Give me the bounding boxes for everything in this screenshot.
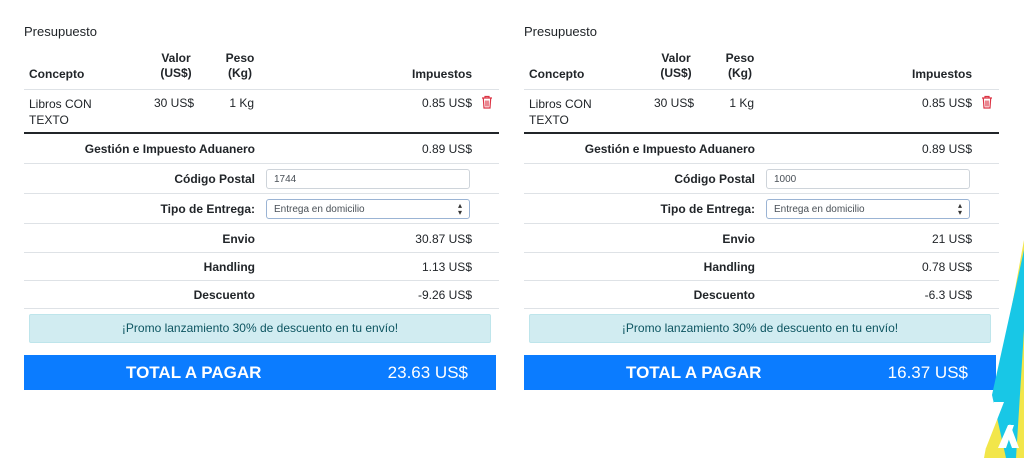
descuento-row: Descuento -9.26 US$	[24, 280, 499, 308]
gestion-value: 0.89 US$	[421, 142, 472, 156]
select-arrows-icon: ▴ ▾	[457, 201, 462, 217]
header-valor: Valor (US$)	[660, 51, 692, 80]
codigo-postal-input[interactable]	[266, 169, 470, 189]
header-concepto: Concepto	[529, 67, 585, 81]
panel-title: Presupuesto	[524, 24, 597, 39]
total-label: TOTAL A PAGAR	[126, 363, 262, 382]
tipo-entrega-label: Tipo de Entrega:	[160, 202, 255, 216]
codigo-postal-row: Código Postal	[24, 164, 499, 192]
handling-label: Handling	[703, 260, 755, 274]
gestion-label: Gestión e Impuesto Aduanero	[84, 142, 255, 156]
total-value: 23.63 US$	[387, 363, 468, 382]
divider	[24, 308, 499, 309]
brand-logo	[974, 240, 1024, 458]
handling-value: 1.13 US$	[421, 260, 472, 274]
budget-panel-1: Presupuesto Concepto Valor (US$) Peso (K…	[24, 0, 499, 458]
envio-label: Envio	[722, 232, 755, 246]
item-valor: 30 US$	[153, 96, 194, 110]
tipo-entrega-select[interactable]: Entrega en domicilio ▴ ▾	[266, 199, 470, 219]
tipo-entrega-label: Tipo de Entrega:	[660, 202, 755, 216]
item-peso: 1 Kg	[229, 96, 254, 110]
header-peso: Peso (Kg)	[225, 51, 255, 80]
envio-row: Envio 30.87 US$	[24, 224, 499, 252]
header-concepto: Concepto	[29, 67, 85, 81]
header-peso: Peso (Kg)	[725, 51, 755, 80]
promo-banner: ¡Promo lanzamiento 30% de descuento en t…	[29, 314, 491, 343]
table-row: Libros CON TEXTO 30 US$ 1 Kg 0.85 US$	[24, 92, 499, 132]
item-impuestos: 0.85 US$	[421, 96, 472, 110]
codigo-postal-label: Código Postal	[674, 172, 755, 186]
codigo-postal-label: Código Postal	[174, 172, 255, 186]
item-peso: 1 Kg	[729, 96, 754, 110]
tipo-entrega-value: Entrega en domicilio	[774, 203, 865, 215]
tipo-entrega-value: Entrega en domicilio	[274, 203, 365, 215]
total-label: TOTAL A PAGAR	[626, 363, 762, 382]
handling-row: Handling 1.13 US$	[24, 252, 499, 280]
promo-banner: ¡Promo lanzamiento 30% de descuento en t…	[529, 314, 991, 343]
item-valor: 30 US$	[653, 96, 694, 110]
divider	[24, 89, 499, 90]
envio-label: Envio	[222, 232, 255, 246]
handling-label: Handling	[203, 260, 255, 274]
descuento-label: Descuento	[193, 288, 255, 302]
table-header: Concepto Valor (US$) Peso (Kg) Impuestos	[24, 50, 499, 88]
header-valor: Valor (US$)	[160, 51, 192, 80]
gestion-label: Gestión e Impuesto Aduanero	[584, 142, 755, 156]
descuento-label: Descuento	[693, 288, 755, 302]
envio-value: 30.87 US$	[415, 232, 472, 246]
tipo-entrega-row: Tipo de Entrega: Entrega en domicilio ▴ ▾	[24, 194, 499, 222]
item-concepto: Libros CON TEXTO	[529, 97, 592, 127]
trash-icon[interactable]	[481, 95, 493, 109]
gestion-row: Gestión e Impuesto Aduanero 0.89 US$	[24, 134, 499, 162]
panel-title: Presupuesto	[24, 24, 97, 39]
item-concepto: Libros CON TEXTO	[29, 97, 92, 127]
total-bar: TOTAL A PAGAR 23.63 US$	[24, 355, 496, 390]
header-impuestos: Impuestos	[411, 67, 472, 81]
descuento-value: -9.26 US$	[417, 288, 472, 302]
